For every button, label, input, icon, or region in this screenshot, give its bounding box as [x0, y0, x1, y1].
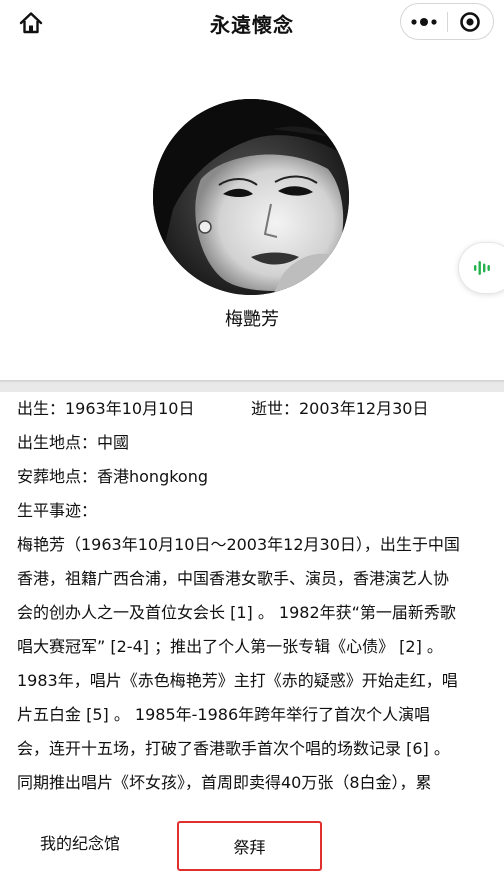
worship-button[interactable]: 祭拜 [177, 821, 322, 871]
bio-heading: 生平事迹： [17, 501, 98, 520]
bio-line: 片五白金 [5] 。 1985年-1986年跨年举行了首次个人演唱 [17, 705, 431, 724]
bio-line: 会，连开十五场，打破了香港歌手首次个唱的场数记录 [6] 。 [17, 739, 450, 758]
biography-text: 梅艳芳（1963年10月10日～2003年12月30日），出生于中国 香港，祖籍… [17, 528, 491, 798]
mini-program-capsule [400, 3, 494, 40]
bio-line: 1983年，唱片《赤色梅艳芳》主打《赤的疑惑》开始走红，唱 [17, 671, 458, 690]
bottom-tab-bar: 我的纪念馆 祭拜 [0, 816, 504, 874]
bio-line: 会的创办人之一及首位女会长 [1] 。 1982年获“第一届新秀歌 [17, 603, 456, 622]
portrait-photo [153, 99, 349, 295]
bio-line: 同期推出唱片《坏女孩》，首周即卖得40万张（8白金），累 [17, 773, 432, 792]
death-date: 逝世：2003年12月30日 [251, 399, 429, 418]
tab-my-memorial[interactable]: 我的纪念馆 [40, 830, 120, 854]
person-name: 梅艷芳 [225, 309, 279, 330]
home-icon [19, 12, 43, 34]
bio-line: 唱大赛冠军” [2-4] ；推出了个人第一张专辑《心债》 [2] 。 [17, 637, 443, 656]
burial-place: 安葬地点：香港hongkong [17, 467, 209, 486]
more-dots-icon [411, 17, 437, 26]
close-button[interactable] [447, 4, 493, 39]
section-divider [0, 380, 504, 392]
birth-date: 出生：1963年10月10日 [17, 399, 195, 418]
avatar [153, 99, 349, 295]
voice-wave-icon [474, 261, 490, 275]
top-navigation-bar: 永遠懷念 [0, 0, 504, 46]
voice-button[interactable] [458, 242, 504, 294]
bio-line: 梅艳芳（1963年10月10日～2003年12月30日），出生于中国 [17, 535, 460, 554]
profile-header: 梅艷芳 [0, 46, 504, 380]
memorial-info: 出生：1963年10月10日 逝世：2003年12月30日 出生地点：中國 安葬… [17, 392, 491, 798]
more-button[interactable] [401, 4, 447, 39]
bio-line: 香港，祖籍广西合浦，中国香港女歌手、演员，香港演艺人协 [17, 569, 450, 588]
life-dates-row: 出生：1963年10月10日 逝世：2003年12月30日 [17, 392, 491, 426]
page-title: 永遠懷念 [210, 12, 294, 37]
birthplace: 出生地点：中國 [17, 433, 130, 452]
target-close-icon [460, 11, 481, 32]
home-button[interactable] [16, 8, 46, 38]
